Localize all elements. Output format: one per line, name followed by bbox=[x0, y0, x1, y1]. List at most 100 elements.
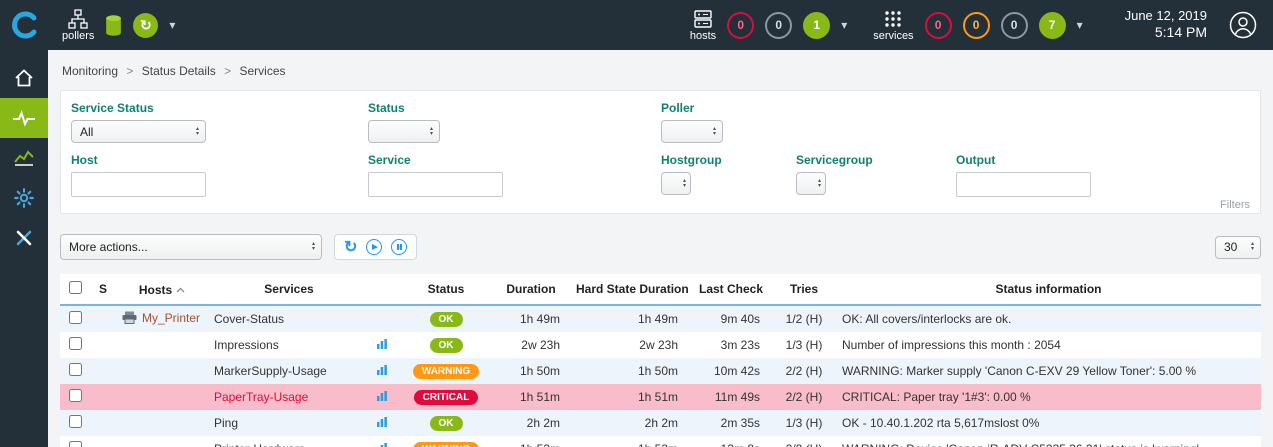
column-header-graph bbox=[370, 274, 402, 305]
sidebar-item-home[interactable] bbox=[0, 58, 48, 98]
services-unknown-counter[interactable]: 0 bbox=[1001, 12, 1028, 39]
servicegroup-select[interactable] bbox=[796, 172, 826, 195]
status-badge: WARNING bbox=[413, 364, 479, 379]
tries-cell: 1/3 (H) bbox=[772, 332, 836, 358]
hostgroup-label: Hostgroup bbox=[661, 153, 796, 167]
column-header-status-information[interactable]: Status information bbox=[836, 274, 1261, 305]
status-information-cell: WARNING: Device 'Canon iR-ADV C5235 36.2… bbox=[836, 436, 1261, 447]
graph-icon[interactable] bbox=[376, 417, 388, 431]
column-header-hard-state-duration[interactable]: Hard State Duration bbox=[572, 274, 690, 305]
service-status-label: Service Status bbox=[71, 101, 368, 115]
select-all-checkbox[interactable] bbox=[69, 281, 82, 294]
pollers-menu[interactable]: pollers bbox=[62, 9, 94, 42]
rows-per-page-select[interactable]: 30 bbox=[1215, 236, 1261, 259]
pollers-chevron-down-icon[interactable] bbox=[169, 16, 175, 34]
column-header-status[interactable]: Status bbox=[402, 274, 490, 305]
breadcrumb-separator: > bbox=[224, 64, 231, 78]
hosts-unreachable-counter[interactable]: 0 bbox=[765, 12, 792, 39]
play-icon[interactable] bbox=[366, 239, 382, 255]
column-header-s[interactable]: S bbox=[90, 274, 116, 305]
host-link[interactable]: My_Printer bbox=[142, 311, 200, 325]
row-checkbox[interactable] bbox=[69, 389, 82, 402]
poller-select[interactable] bbox=[661, 120, 723, 143]
service-link[interactable]: Printer-Hardware bbox=[214, 442, 305, 447]
service-input[interactable] bbox=[368, 172, 503, 197]
column-header-services[interactable]: Services bbox=[208, 274, 370, 305]
graph-icon[interactable] bbox=[376, 365, 388, 379]
pollers-icon bbox=[68, 9, 88, 29]
tries-cell: 2/2 (H) bbox=[772, 358, 836, 384]
filters-panel-tag: Filters bbox=[1220, 199, 1250, 211]
row-checkbox[interactable] bbox=[69, 337, 82, 350]
graph-cell bbox=[370, 305, 402, 332]
services-ok-counter[interactable]: 7 bbox=[1039, 12, 1066, 39]
duration-cell: 1h 50m bbox=[490, 358, 572, 384]
row-checkbox[interactable] bbox=[69, 441, 82, 447]
last-check-cell: 9m 40s bbox=[690, 305, 772, 332]
services-chevron-down-icon[interactable] bbox=[1077, 16, 1083, 34]
status-information-cell: OK: All covers/interlocks are ok. bbox=[836, 305, 1261, 332]
hosts-icon bbox=[692, 9, 714, 29]
sidebar-item-reporting[interactable] bbox=[0, 138, 48, 178]
breadcrumb-monitoring[interactable]: Monitoring bbox=[62, 64, 118, 78]
service-link[interactable]: Ping bbox=[214, 416, 238, 430]
refresh-controls bbox=[334, 234, 417, 260]
column-header-hosts[interactable]: Hosts bbox=[116, 274, 208, 305]
database-icon bbox=[105, 15, 122, 36]
host-input[interactable] bbox=[71, 172, 206, 197]
status-information-cell: OK - 10.40.1.202 rta 5,617mslost 0% bbox=[836, 410, 1261, 436]
filter-panel: Service Status All Status Poller Host bbox=[60, 90, 1261, 214]
home-icon bbox=[13, 68, 35, 88]
column-header-last-check[interactable]: Last Check bbox=[690, 274, 772, 305]
sort-asc-icon bbox=[176, 282, 185, 296]
row-checkbox[interactable] bbox=[69, 363, 82, 376]
sidebar-item-monitoring[interactable] bbox=[0, 98, 48, 138]
hosts-menu[interactable]: hosts bbox=[690, 9, 716, 42]
service-status-select[interactable]: All bbox=[71, 120, 206, 143]
hosts-up-counter[interactable]: 1 bbox=[803, 12, 830, 39]
services-menu[interactable]: services bbox=[873, 9, 913, 42]
hosts-chevron-down-icon[interactable] bbox=[841, 16, 847, 34]
centreon-logo[interactable] bbox=[0, 10, 48, 40]
centreon-logo-icon bbox=[9, 10, 39, 40]
sidebar-item-administration[interactable] bbox=[0, 218, 48, 258]
pollers-cluster: pollers bbox=[62, 9, 175, 42]
status-information-cell: WARNING: Marker supply 'Canon C-EXV 29 Y… bbox=[836, 358, 1261, 384]
hosts-cluster: hosts 0 0 1 bbox=[690, 9, 847, 42]
status-label: Status bbox=[368, 101, 661, 115]
output-input[interactable] bbox=[956, 172, 1091, 197]
service-status-value: All bbox=[80, 125, 93, 139]
graph-icon[interactable] bbox=[376, 443, 388, 447]
breadcrumb-status-details[interactable]: Status Details bbox=[142, 64, 216, 78]
hard-state-duration-cell: 2h 2m bbox=[572, 410, 690, 436]
status-information-cell: CRITICAL: Paper tray '1#3': 0.00 % bbox=[836, 384, 1261, 410]
hard-state-duration-cell: 1h 50m bbox=[572, 358, 690, 384]
column-header-duration[interactable]: Duration bbox=[490, 274, 572, 305]
more-actions-select[interactable]: More actions... bbox=[60, 234, 322, 260]
status-information-cell: Number of impressions this month : 2054 bbox=[836, 332, 1261, 358]
sidebar bbox=[0, 50, 48, 447]
service-link[interactable]: Cover-Status bbox=[214, 312, 284, 326]
sidebar-item-configuration[interactable] bbox=[0, 178, 48, 218]
services-warning-counter[interactable]: 0 bbox=[963, 12, 990, 39]
row-checkbox[interactable] bbox=[69, 311, 82, 324]
refresh-icon[interactable] bbox=[344, 237, 357, 257]
service-link[interactable]: Impressions bbox=[214, 338, 279, 352]
row-checkbox[interactable] bbox=[69, 415, 82, 428]
hostgroup-select[interactable] bbox=[661, 172, 691, 195]
host-label: Host bbox=[71, 153, 368, 167]
status-select[interactable] bbox=[368, 120, 440, 143]
graph-icon[interactable] bbox=[376, 339, 388, 353]
service-link[interactable]: MarkerSupply-Usage bbox=[214, 364, 327, 378]
services-critical-counter[interactable]: 0 bbox=[925, 12, 952, 39]
graph-icon[interactable] bbox=[376, 391, 388, 405]
service-link[interactable]: PaperTray-Usage bbox=[214, 390, 308, 404]
column-header-tries[interactable]: Tries bbox=[772, 274, 836, 305]
last-check-cell: 13m 8s bbox=[690, 436, 772, 447]
pause-icon[interactable] bbox=[391, 239, 407, 255]
table-header-row: S Hosts Services Status Duration Hard St… bbox=[60, 274, 1261, 305]
user-menu[interactable] bbox=[1229, 11, 1257, 39]
actions-toolbar: More actions... 30 bbox=[60, 234, 1261, 260]
hosts-down-counter[interactable]: 0 bbox=[727, 12, 754, 39]
gear-icon bbox=[14, 188, 34, 208]
